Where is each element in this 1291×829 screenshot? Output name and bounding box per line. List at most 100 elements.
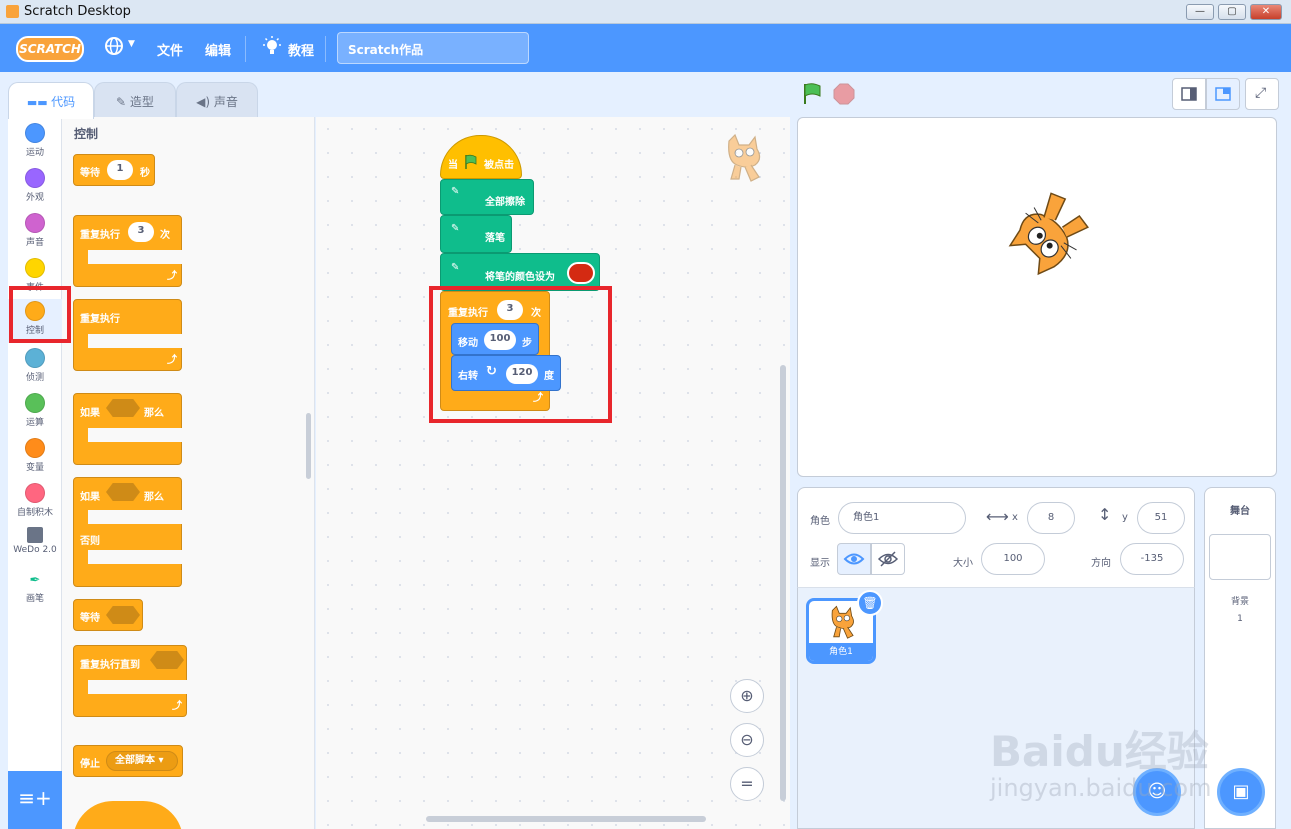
category-dot-icon bbox=[25, 258, 45, 278]
add-extension-button[interactable]: ≡+ bbox=[8, 771, 62, 829]
large-stage-button[interactable] bbox=[1206, 78, 1240, 110]
eye-icon bbox=[843, 553, 865, 565]
brush-icon: ✎ bbox=[116, 95, 130, 109]
category-label: 声音 bbox=[25, 238, 44, 248]
category-11[interactable]: ✒ 画笔 bbox=[8, 573, 62, 604]
code-workspace[interactable]: 当 被点击 ✎ 全部擦除 ✎ 落笔 ✎ 将笔的颜色设为 重复执行 3 次 ⤴ 移… bbox=[316, 117, 790, 829]
repeat-until-block[interactable]: 重复执行直到 ⤴ bbox=[73, 645, 188, 717]
size-input[interactable]: 100 bbox=[981, 543, 1045, 575]
category-label: 外观 bbox=[25, 193, 44, 203]
category-label: WeDo 2.0 bbox=[13, 545, 57, 555]
wait-seconds-input[interactable]: 1 bbox=[107, 160, 133, 180]
stop-option-dropdown[interactable]: 全部脚本 ▾ bbox=[106, 751, 178, 771]
direction-label: 方向 bbox=[1091, 558, 1111, 569]
pen-color-swatch[interactable] bbox=[567, 262, 595, 284]
repeat-block[interactable]: 重复执行 3 次 ⤴ bbox=[73, 215, 182, 287]
category-9[interactable]: 自制积木 bbox=[8, 483, 62, 518]
image-add-icon: ▣ bbox=[1232, 781, 1250, 802]
wait-until-block[interactable]: 等待 bbox=[73, 599, 143, 631]
if-then-block[interactable]: 如果 那么 bbox=[73, 393, 182, 465]
condition-slot[interactable] bbox=[106, 399, 140, 417]
stage-header: ⤢ bbox=[796, 76, 1281, 114]
category-8[interactable]: 变量 bbox=[8, 438, 62, 473]
speaker-icon: ◀) bbox=[196, 95, 214, 109]
file-menu[interactable]: 文件 bbox=[157, 40, 183, 59]
direction-input[interactable]: -135 bbox=[1120, 543, 1184, 575]
horizontal-scrollbar[interactable] bbox=[426, 816, 706, 822]
zoom-reset-button[interactable]: = bbox=[730, 767, 764, 801]
block-palette: 控制 等待 1 秒 重复执行 3 次 ⤴ 重复执行 ⤴ 如果 那么 如果 那么 … bbox=[62, 117, 315, 829]
category-dot-icon bbox=[25, 123, 45, 143]
category-2[interactable]: 外观 bbox=[8, 168, 62, 203]
zoom-out-button[interactable]: ⊖ bbox=[730, 723, 764, 757]
add-extension-icon: ≡+ bbox=[18, 786, 52, 810]
start-as-clone-block[interactable] bbox=[73, 801, 183, 829]
when-flag-clicked-block[interactable]: 当 被点击 bbox=[440, 135, 522, 179]
repeat-count-input[interactable]: 3 bbox=[128, 222, 154, 242]
edit-menu[interactable]: 编辑 bbox=[205, 40, 231, 59]
category-1[interactable]: 运动 bbox=[8, 123, 62, 158]
language-menu[interactable]: ▼ bbox=[104, 36, 135, 60]
code-icon: ▬▬ bbox=[26, 96, 52, 109]
small-stage-button[interactable] bbox=[1172, 78, 1206, 110]
menu-bar: SCRATCH ▼ 文件 编辑 教程 Scratch作品 bbox=[0, 24, 1291, 72]
category-10[interactable]: WeDo 2.0 bbox=[8, 527, 62, 555]
tab-costumes[interactable]: ✎ 造型 bbox=[94, 82, 176, 118]
stop-block[interactable]: 停止 全部脚本 ▾ bbox=[73, 745, 183, 777]
delete-sprite-button[interactable]: 🗑 bbox=[857, 590, 883, 616]
fullscreen-icon: ⤢ bbox=[1255, 85, 1267, 101]
stage[interactable] bbox=[797, 117, 1277, 477]
palette-scrollbar[interactable] bbox=[306, 413, 311, 479]
x-input[interactable]: 8 bbox=[1027, 502, 1075, 534]
stop-icon[interactable] bbox=[832, 82, 856, 106]
watermark-url: jingyan.baidu.com bbox=[990, 774, 1212, 802]
if-else-block[interactable]: 如果 那么 否则 bbox=[73, 477, 182, 587]
wait-seconds-block[interactable]: 等待 1 秒 bbox=[73, 154, 155, 186]
category-dot-icon: ✒ bbox=[27, 573, 43, 589]
condition-slot[interactable] bbox=[106, 606, 140, 624]
pen-icon: ✎ bbox=[451, 262, 460, 273]
maximize-button[interactable]: ▢ bbox=[1218, 4, 1246, 20]
tab-code[interactable]: ▬▬ 代码 bbox=[8, 82, 94, 119]
category-6[interactable]: 侦测 bbox=[8, 348, 62, 383]
scratch-logo[interactable]: SCRATCH bbox=[16, 36, 84, 62]
sprite-cat-icon bbox=[728, 133, 761, 182]
vertical-scrollbar[interactable] bbox=[780, 365, 786, 801]
show-label: 显示 bbox=[810, 558, 830, 569]
close-button[interactable]: ✕ bbox=[1250, 4, 1282, 20]
category-label: 画笔 bbox=[25, 594, 44, 604]
sprite-name-input[interactable]: 角色1 bbox=[838, 502, 966, 534]
fullscreen-button[interactable]: ⤢ bbox=[1245, 78, 1279, 110]
category-3[interactable]: 声音 bbox=[8, 213, 62, 248]
green-flag-icon[interactable] bbox=[800, 82, 824, 106]
loop-arrow-icon: ⤴ bbox=[167, 271, 177, 282]
app-icon bbox=[6, 5, 19, 18]
minimize-button[interactable]: — bbox=[1186, 4, 1214, 20]
tutorials-menu[interactable]: 教程 bbox=[262, 36, 314, 62]
palette-heading: 控制 bbox=[74, 127, 99, 141]
condition-slot[interactable] bbox=[150, 651, 184, 669]
backdrops-count: 1 bbox=[1237, 614, 1243, 624]
eye-slash-icon bbox=[877, 551, 899, 567]
y-arrows-icon: ↕ bbox=[1098, 505, 1112, 524]
condition-slot[interactable] bbox=[106, 483, 140, 501]
clear-block[interactable]: ✎ 全部擦除 bbox=[440, 179, 534, 215]
y-input[interactable]: 51 bbox=[1137, 502, 1185, 534]
hide-sprite-button[interactable] bbox=[871, 543, 905, 575]
project-title-input[interactable]: Scratch作品 bbox=[337, 32, 529, 64]
green-flag-icon bbox=[465, 154, 477, 169]
tab-sounds[interactable]: ◀) 声音 bbox=[176, 82, 258, 118]
category-7[interactable]: 运算 bbox=[8, 393, 62, 428]
pen-icon: ✎ bbox=[451, 186, 460, 197]
category-label: 自制积木 bbox=[16, 508, 53, 518]
choose-backdrop-button[interactable]: ▣ bbox=[1217, 768, 1265, 816]
forever-block[interactable]: 重复执行 ⤴ bbox=[73, 299, 182, 371]
category-label: 运算 bbox=[25, 418, 44, 428]
stage-thumbnail[interactable] bbox=[1209, 534, 1271, 580]
show-sprite-button[interactable] bbox=[837, 543, 871, 575]
zoom-in-button[interactable]: ⊕ bbox=[730, 679, 764, 713]
category-dot-icon bbox=[25, 348, 45, 368]
sprite-tile-name: 角色1 bbox=[809, 643, 873, 661]
pen-down-block[interactable]: ✎ 落笔 bbox=[440, 215, 512, 253]
sprite-cat[interactable] bbox=[988, 184, 1100, 296]
